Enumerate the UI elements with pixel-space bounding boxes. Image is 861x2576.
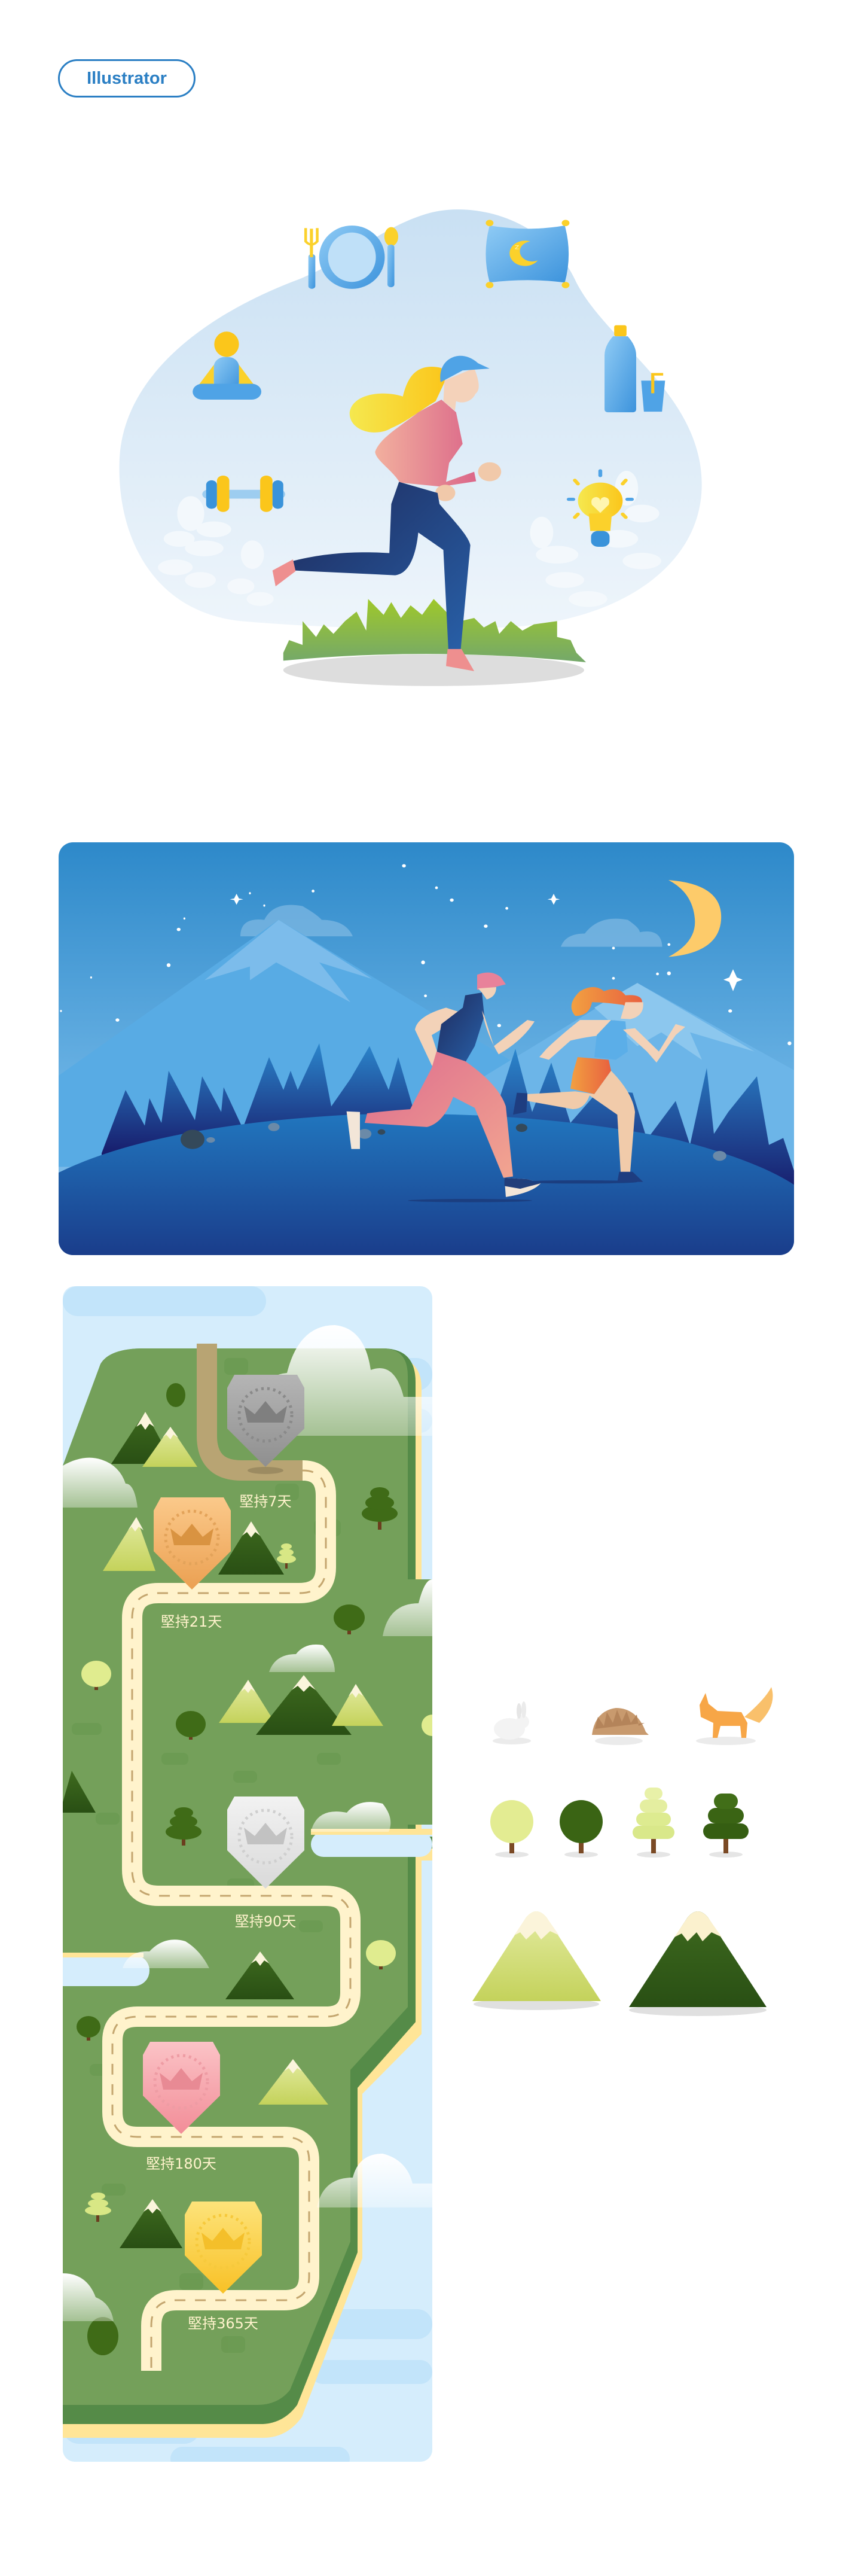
dark-mountain-icon [629,1911,767,2016]
hero-illustration: z [119,209,702,686]
svg-text:z: z [515,243,520,251]
fox-icon [696,1687,773,1745]
water-bottle-icon [604,325,665,413]
asset-sheet [472,1687,773,2016]
water-inlet-right [311,1832,432,1857]
milestone-label: 堅持90天 [235,1913,297,1930]
pillow-moon-icon: z [486,220,570,288]
rabbit-icon [493,1701,531,1744]
milestone-label: 堅持180天 [146,2155,216,2172]
night-running-scene [59,842,794,1255]
dark-round-tree-icon [560,1800,603,1858]
progress-map: 堅持7天 堅持21天 堅持90天 堅持180天 堅持365天 [63,1286,432,2462]
light-mountain-icon [472,1911,601,2010]
ground-shadow [283,654,584,686]
dark-round-tree-icon [87,2317,118,2355]
dark-pine-tree-icon [703,1794,749,1858]
milestone-label: 堅持21天 [161,1613,222,1630]
milestone-label: 堅持7天 [239,1493,291,1510]
artwork-canvas: z 堅持7天 堅持21天 堅持90天 堅持180天 堅持365天 [59,209,794,2462]
light-layered-tree-icon [633,1788,674,1858]
milestone-label: 堅持365天 [188,2315,258,2332]
light-round-tree-icon [422,1715,432,1736]
dark-round-tree-icon [166,1383,185,1407]
hedgehog-icon [592,1708,649,1745]
light-round-tree-icon [490,1800,533,1858]
